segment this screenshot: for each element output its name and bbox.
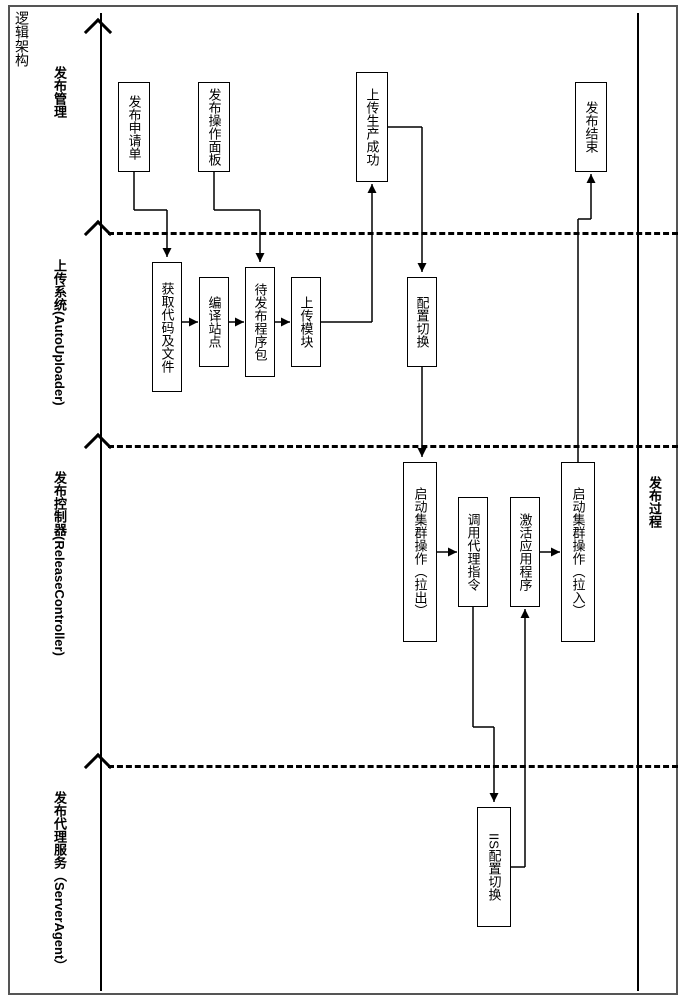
box-call-agent-cmd: 调用代理指令 xyxy=(458,497,488,607)
chevron-icon xyxy=(84,18,112,46)
side-label-process: 发布过程 xyxy=(645,472,664,532)
logic-architecture-diagram: 逻辑架构 发布管理 上传系统(AutoUploader) 发布控制器(Relea… xyxy=(8,5,678,995)
lane-upload-system: 上传系统(AutoUploader) xyxy=(50,255,69,410)
box-cluster-pull-in: 启动集群操作（拉入） xyxy=(561,462,595,642)
box-get-code: 获取代码及文件 xyxy=(152,262,182,392)
lane-separator-3 xyxy=(108,765,678,768)
lane-publish-mgmt: 发布管理 xyxy=(50,62,69,122)
box-req-form: 发布申请单 xyxy=(118,82,150,172)
box-op-panel: 发布操作面板 xyxy=(198,82,230,172)
chevron-icon xyxy=(84,433,112,461)
lane-publish-agent: 发布代理服务（ServerAgent） xyxy=(50,787,69,976)
box-cluster-pull-out: 启动集群操作（拉出） xyxy=(403,462,437,642)
box-activate-app: 激活应用程序 xyxy=(510,497,540,607)
lane-separator-2 xyxy=(108,445,678,448)
box-upload-success: 上传生产成功 xyxy=(356,72,388,182)
box-iis-switch: IIS配置切换 xyxy=(477,807,511,927)
box-pending-pkg: 待发布程序包 xyxy=(245,267,275,377)
chevron-icon xyxy=(84,753,112,781)
lane-column-separator xyxy=(100,13,102,991)
lane-publish-controller: 发布控制器(ReleaseController) xyxy=(50,467,69,660)
box-upload-module: 上传模块 xyxy=(291,277,321,367)
box-compile-site: 编译站点 xyxy=(199,277,229,367)
chevron-icon xyxy=(84,220,112,248)
diagram-title: 逻辑架构 xyxy=(12,11,32,67)
box-config-switch: 配置切换 xyxy=(407,277,437,367)
box-publish-end: 发布结束 xyxy=(575,82,607,172)
lane-separator-1 xyxy=(108,232,678,235)
